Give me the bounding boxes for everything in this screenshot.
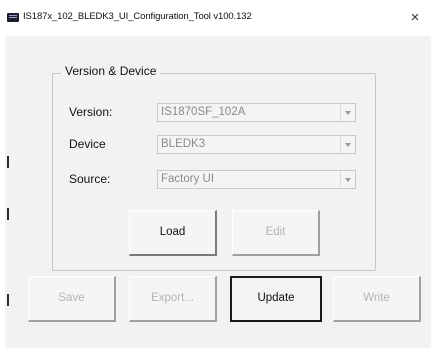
write-button[interactable]: Write (333, 276, 421, 322)
groupbox-title: Version & Device (61, 64, 161, 78)
version-combobox[interactable]: IS1870SF_102A (157, 103, 356, 122)
window-left-edge (0, 36, 9, 348)
chevron-down-icon[interactable] (340, 104, 355, 121)
device-value: BLEDK3 (161, 138, 206, 150)
save-button[interactable]: Save (28, 276, 116, 322)
source-value: Factory UI (161, 173, 215, 185)
update-button[interactable]: Update (230, 276, 322, 322)
version-value: IS1870SF_102A (161, 106, 246, 118)
window-title: IS187x_102_BLEDK3_UI_Configuration_Tool … (23, 11, 252, 22)
chevron-down-icon[interactable] (340, 171, 355, 188)
version-label: Version: (69, 105, 113, 119)
edit-button[interactable]: Edit (232, 210, 320, 256)
chevron-down-icon[interactable] (340, 136, 355, 153)
edge-mark (7, 208, 9, 220)
source-label: Source: (69, 172, 111, 186)
configuration-tool-window: IS187x_102_BLEDK3_UI_Configuration_Tool … (0, 0, 431, 348)
load-button[interactable]: Load (129, 210, 217, 256)
device-combobox[interactable]: BLEDK3 (157, 135, 356, 154)
edge-mark (7, 156, 9, 168)
edge-mark (7, 294, 9, 306)
title-bar: IS187x_102_BLEDK3_UI_Configuration_Tool … (0, 0, 431, 36)
source-combobox[interactable]: Factory UI (157, 170, 356, 189)
app-icon (7, 13, 19, 22)
close-button[interactable]: × (405, 8, 425, 28)
device-label: Device (69, 137, 106, 151)
export-button[interactable]: Export... (129, 276, 217, 322)
